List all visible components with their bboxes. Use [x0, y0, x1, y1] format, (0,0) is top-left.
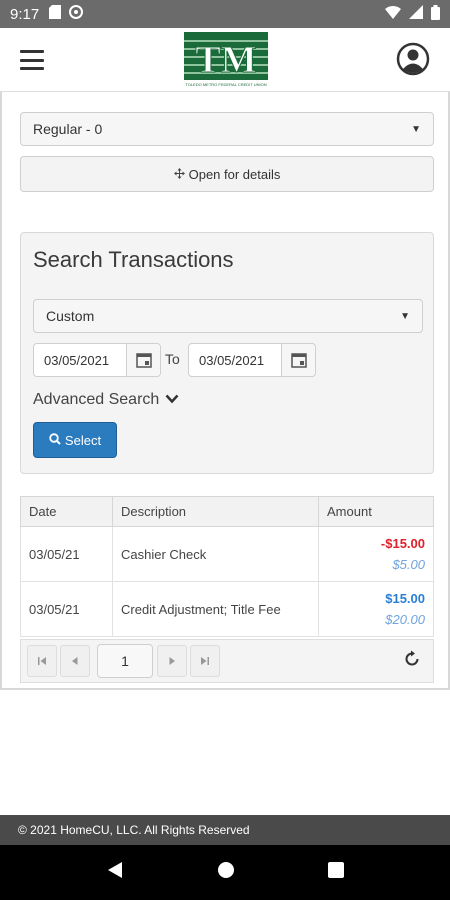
home-icon[interactable]: [217, 861, 235, 884]
select-button-label: Select: [64, 432, 102, 448]
date-range-value: Custom: [46, 308, 95, 324]
battery-icon: [431, 4, 440, 24]
search-panel: Search Transactions Custom ▼ 03/05/2021 …: [20, 232, 434, 474]
from-date-value: 03/05/2021: [44, 352, 110, 368]
search-title: Search Transactions: [33, 247, 234, 272]
menu-icon[interactable]: [20, 50, 44, 70]
table-row[interactable]: 03/05/21 Cashier Check -$15.00 $5.00: [20, 526, 434, 582]
open-details-label: Open for details: [188, 166, 281, 182]
last-page-button[interactable]: [190, 645, 220, 677]
pagination-bar: 1: [20, 639, 434, 683]
column-header-amount[interactable]: Amount: [318, 496, 434, 527]
app-header: TM TOLEDO METRO FEDERAL CREDIT UNION: [0, 28, 450, 92]
select-button[interactable]: Select: [33, 422, 117, 458]
date-range-select[interactable]: Custom ▼: [33, 299, 423, 333]
column-header-date[interactable]: Date: [20, 496, 113, 527]
advanced-search-toggle[interactable]: Advanced Search: [33, 391, 179, 409]
signal-icon: [409, 5, 423, 23]
calendar-icon[interactable]: [126, 344, 160, 376]
status-bar: 9:17: [0, 0, 450, 28]
wifi-icon: [385, 5, 401, 23]
system-nav-bar: [0, 845, 450, 900]
row-description: Credit Adjustment; Title Fee: [112, 581, 319, 637]
page-number[interactable]: 1: [97, 644, 153, 678]
row-amount-cell: -$15.00 $5.00: [318, 526, 434, 582]
chevron-down-icon: ▼: [400, 310, 410, 322]
prev-page-button[interactable]: [60, 645, 90, 677]
footer: © 2021 HomeCU, LLC. All Rights Reserved: [0, 815, 450, 845]
move-icon: [173, 167, 185, 182]
open-details-button[interactable]: Open for details: [20, 156, 434, 192]
to-date-field[interactable]: 03/05/2021: [188, 343, 316, 377]
account-select[interactable]: Regular - 0 ▼: [20, 112, 434, 146]
column-header-description[interactable]: Description: [112, 496, 319, 527]
row-date: 03/05/21: [20, 526, 113, 582]
from-date-field[interactable]: 03/05/2021: [33, 343, 161, 377]
back-icon[interactable]: [106, 860, 124, 885]
status-time: 9:17: [10, 5, 40, 23]
account-select-value: Regular - 0: [33, 121, 103, 137]
to-label: To: [165, 351, 180, 367]
next-page-button[interactable]: [157, 645, 187, 677]
logo-subtext: TOLEDO METRO FEDERAL CREDIT UNION: [185, 82, 266, 87]
row-balance: $20.00: [385, 612, 425, 627]
table-row[interactable]: 03/05/21 Credit Adjustment; Title Fee $1…: [20, 581, 434, 637]
main-content: Regular - 0 ▼ Open for details Search Tr…: [0, 92, 450, 690]
chevron-down-icon: ▼: [411, 123, 421, 135]
recents-icon[interactable]: [327, 862, 344, 883]
chevron-down-icon: [165, 391, 179, 409]
row-amount: -$15.00: [380, 536, 425, 551]
transactions-table: Date Description Amount 03/05/21 Cashier…: [20, 496, 434, 637]
sd-card-icon: [49, 5, 62, 23]
refresh-icon[interactable]: [403, 650, 421, 673]
row-amount-cell: $15.00 $20.00: [318, 581, 434, 637]
row-date: 03/05/21: [20, 581, 113, 637]
first-page-button[interactable]: [27, 645, 57, 677]
calendar-icon[interactable]: [281, 344, 315, 376]
to-date-value: 03/05/2021: [199, 352, 265, 368]
row-balance: $5.00: [392, 557, 425, 572]
advanced-search-label: Advanced Search: [33, 391, 160, 408]
copyright-text: © 2021 HomeCU, LLC. All Rights Reserved: [18, 823, 250, 837]
brand-logo: TM TOLEDO METRO FEDERAL CREDIT UNION: [184, 32, 268, 88]
search-icon: [49, 432, 61, 448]
row-amount: $15.00: [385, 591, 425, 606]
sync-icon: [69, 5, 84, 23]
logo-text: TM: [195, 39, 256, 81]
table-header-row: Date Description Amount: [20, 496, 434, 527]
row-description: Cashier Check: [112, 526, 319, 582]
profile-icon[interactable]: [396, 42, 430, 76]
